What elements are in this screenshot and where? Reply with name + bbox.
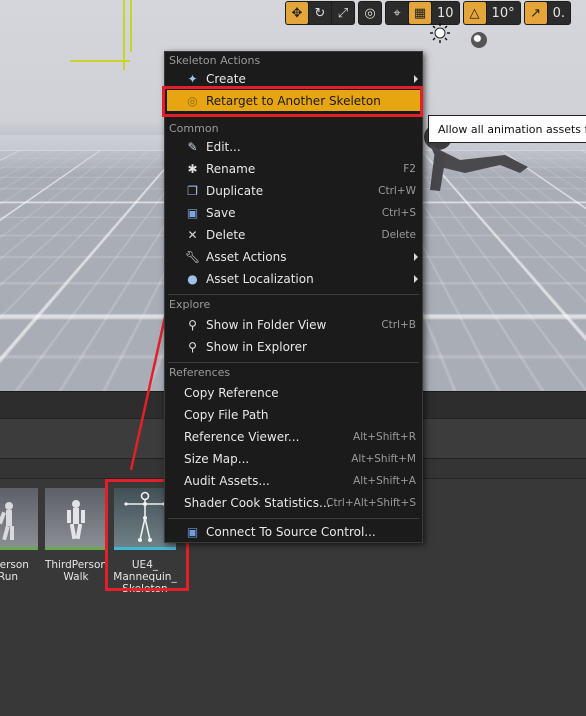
globe-icon: ● (187, 272, 198, 286)
menu-item-label: Shader Cook Statistics... (184, 495, 331, 510)
create-icon: ✦ (187, 72, 198, 86)
magnifier-icon: ⚲ (188, 318, 197, 332)
menu-item-shader-cook-statistics[interactable]: Shader Cook Statistics... Ctrl+Alt+Shift… (167, 492, 420, 513)
menu-separator (168, 362, 419, 363)
menu-item-label: Duplicate (206, 183, 264, 198)
menu-item-label: Create (206, 71, 246, 86)
menu-item-edit[interactable]: ✎ Edit... (167, 136, 420, 157)
menu-item-asset-localization[interactable]: ● Asset Localization (167, 268, 420, 289)
menu-item-shortcut: Ctrl+S (381, 206, 416, 219)
duplicate-icon: ❐ (187, 184, 198, 198)
menu-item-shortcut: Delete (381, 228, 417, 241)
menu-separator (168, 294, 419, 295)
submenu-arrow-icon (414, 275, 418, 283)
magnifier-icon: ⚲ (188, 340, 197, 354)
menu-item-shortcut: Ctrl+B (381, 318, 416, 331)
menu-item-shortcut: Ctrl+W (378, 184, 416, 197)
edit-icon: ✎ (187, 140, 198, 154)
context-menu: Skeleton Actions ✦ Create ◎ Retarget to … (164, 51, 423, 543)
menu-item-shortcut: Alt+Shift+R (353, 430, 416, 443)
menu-item-label: Asset Actions (206, 249, 287, 264)
menu-item-label: Edit... (206, 139, 241, 154)
submenu-arrow-icon (414, 75, 418, 83)
section-heading-references: References (169, 366, 231, 379)
menu-item-shortcut: Alt+Shift+A (353, 474, 416, 487)
menu-item-label: Asset Localization (206, 271, 314, 286)
menu-item-reference-viewer[interactable]: Reference Viewer... Alt+Shift+R (167, 426, 420, 447)
section-heading-skeleton-actions: Skeleton Actions (169, 54, 261, 67)
menu-item-label: Size Map... (184, 451, 250, 466)
menu-item-size-map[interactable]: Size Map... Alt+Shift+M (167, 448, 420, 469)
annotation-box-retarget (162, 86, 423, 117)
menu-item-rename[interactable]: ✱ Rename F2 (167, 158, 420, 179)
rename-icon: ✱ (187, 162, 198, 176)
save-icon: ▣ (186, 206, 199, 220)
menu-item-label: Rename (206, 161, 256, 176)
menu-item-shortcut: Ctrl+Alt+Shift+S (326, 496, 416, 509)
menu-item-shortcut: Alt+Shift+M (351, 452, 416, 465)
menu-item-label: Copy Reference (184, 385, 279, 400)
section-heading-explore: Explore (169, 298, 211, 311)
menu-item-label: Connect To Source Control... (206, 524, 376, 539)
menu-item-label: Show in Explorer (206, 339, 307, 354)
menu-item-save[interactable]: ▣ Save Ctrl+S (167, 202, 420, 223)
menu-item-label: Copy File Path (184, 407, 269, 422)
menu-item-label: Delete (206, 227, 246, 242)
menu-item-copy-reference[interactable]: Copy Reference (167, 382, 420, 403)
source-control-icon: ▣ (186, 525, 199, 539)
menu-item-show-in-explorer[interactable]: ⚲ Show in Explorer (167, 336, 420, 357)
menu-item-duplicate[interactable]: ❐ Duplicate Ctrl+W (167, 180, 420, 201)
menu-item-label: Reference Viewer... (184, 429, 300, 444)
menu-item-label: Show in Folder View (206, 317, 327, 332)
wrench-icon: 🔧︎ (185, 250, 201, 264)
menu-item-asset-actions[interactable]: 🔧︎ Asset Actions (167, 246, 420, 267)
menu-item-connect-source-control[interactable]: ▣ Connect To Source Control... (167, 521, 420, 542)
menu-item-delete[interactable]: ✕ Delete Delete (167, 224, 420, 245)
section-heading-common: Common (169, 122, 219, 135)
menu-separator (168, 518, 419, 519)
menu-item-shortcut: F2 (403, 162, 416, 175)
menu-item-show-in-folder-view[interactable]: ⚲ Show in Folder View Ctrl+B (167, 314, 420, 335)
delete-icon: ✕ (187, 228, 198, 242)
submenu-arrow-icon (414, 253, 418, 261)
menu-item-copy-file-path[interactable]: Copy File Path (167, 404, 420, 425)
menu-item-label: Audit Assets... (184, 473, 270, 488)
menu-item-audit-assets[interactable]: Audit Assets... Alt+Shift+A (167, 470, 420, 491)
menu-item-label: Save (206, 205, 236, 220)
